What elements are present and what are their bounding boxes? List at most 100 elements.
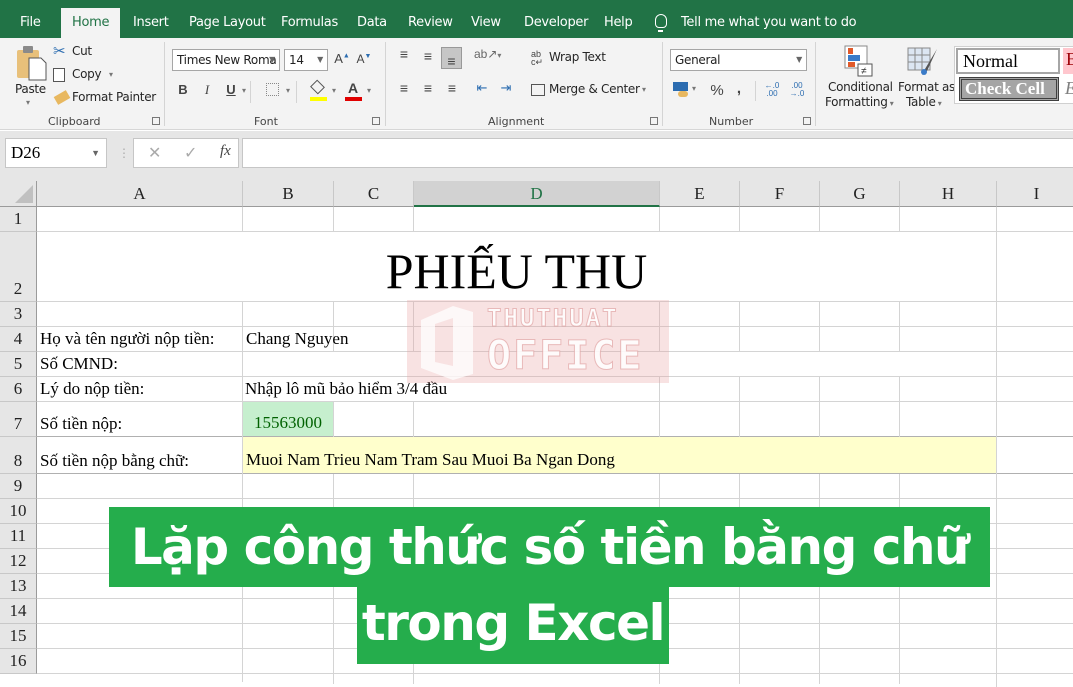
column-header-d[interactable]: D — [414, 181, 660, 207]
cell-a4[interactable]: Họ và tên người nộp tiền: — [40, 327, 214, 352]
alignment-dialog-launcher-icon[interactable] — [650, 117, 658, 125]
borders-icon[interactable] — [266, 83, 279, 96]
align-center-icon[interactable]: ≡ — [420, 80, 436, 96]
brush-icon — [53, 90, 71, 105]
row-header-8[interactable]: 8 — [0, 437, 37, 474]
tab-review[interactable]: Review — [408, 8, 453, 38]
column-header-b[interactable]: B — [243, 181, 334, 207]
cut-button[interactable]: ✂ Cut — [53, 43, 103, 62]
row-header-3[interactable]: 3 — [0, 302, 37, 327]
column-header-c[interactable]: C — [334, 181, 414, 207]
increase-font-size-button[interactable]: A▲ — [334, 51, 350, 66]
row-header-4[interactable]: 4 — [0, 327, 37, 352]
column-header-i[interactable]: I — [997, 181, 1073, 207]
number-dialog-launcher-icon[interactable] — [803, 117, 811, 125]
tab-data[interactable]: Data — [357, 8, 387, 38]
row-header-5[interactable]: 5 — [0, 352, 37, 377]
style-normal[interactable]: Normal — [956, 48, 1060, 74]
italic-button[interactable]: I — [200, 82, 214, 98]
cell-a6[interactable]: Lý do nộp tiền: — [40, 377, 144, 402]
insert-function-icon[interactable]: fx — [220, 143, 231, 160]
cell-b8-amount-in-words[interactable]: Muoi Nam Trieu Nam Tram Sau Muoi Ba Ngan… — [243, 437, 996, 473]
format-painter-button[interactable]: Format Painter — [53, 90, 158, 108]
font-color-button[interactable]: A — [345, 80, 362, 102]
number-format-select[interactable]: General ▼ — [670, 49, 807, 71]
column-header-a[interactable]: A — [37, 181, 243, 207]
gridline — [413, 402, 414, 437]
font-dialog-launcher-icon[interactable] — [372, 117, 380, 125]
tab-view[interactable]: View — [471, 8, 501, 38]
align-right-icon[interactable]: ≡ — [444, 80, 460, 96]
wrap-text-button[interactable]: ab c↵ Wrap Text — [531, 50, 611, 68]
receipt-title[interactable]: PHIẾU THU — [37, 241, 996, 301]
font-color-dropdown-icon[interactable]: ▾ — [367, 86, 371, 95]
name-box[interactable]: D26 ▼ — [5, 138, 107, 168]
align-left-icon[interactable]: ≡ — [396, 80, 412, 96]
column-header-e[interactable]: E — [660, 181, 740, 207]
row-header-14[interactable]: 14 — [0, 599, 37, 624]
conditional-formatting-button[interactable]: ≠ Conditional Formatting ▾ — [822, 43, 894, 115]
middle-align-icon[interactable]: ≡ — [420, 48, 436, 64]
tell-me-search[interactable]: Tell me what you want to do — [655, 8, 857, 38]
borders-dropdown-icon[interactable]: ▾ — [286, 86, 290, 95]
cell-b4[interactable]: Chang Nguyen — [246, 327, 348, 352]
style-explanatory[interactable]: E — [1065, 78, 1073, 99]
enter-icon[interactable]: ✓ — [184, 143, 197, 163]
gridline — [819, 207, 820, 232]
cell-a7[interactable]: Số tiền nộp: — [40, 402, 122, 437]
orientation-icon[interactable]: ab↗▾ — [474, 47, 501, 61]
decrease-indent-icon[interactable]: ⇤ — [474, 80, 490, 96]
row-header-6[interactable]: 6 — [0, 377, 37, 402]
select-all-button[interactable] — [0, 181, 37, 207]
cell-a8[interactable]: Số tiền nộp bằng chữ: — [40, 437, 189, 474]
copy-button[interactable]: Copy ▾ — [53, 67, 123, 85]
bottom-align-icon[interactable]: ≡ — [441, 47, 462, 69]
merge-center-button[interactable]: Merge & Center ▾ — [531, 82, 653, 100]
fill-color-dropdown-icon[interactable]: ▾ — [332, 86, 336, 95]
column-header-h[interactable]: H — [900, 181, 997, 207]
drag-handle-icon[interactable]: ⋮ — [118, 146, 130, 160]
row-header-16[interactable]: 16 — [0, 649, 37, 674]
tab-insert[interactable]: Insert — [133, 8, 169, 38]
format-as-table-button[interactable]: Format as Table ▾ — [895, 43, 955, 115]
font-size-select[interactable]: 14 ▼ — [284, 49, 328, 71]
underline-dropdown-icon[interactable]: ▾ — [242, 86, 246, 95]
bold-button[interactable]: B — [176, 82, 190, 97]
style-check-cell[interactable]: Check Cell — [959, 77, 1059, 101]
row-header-11[interactable]: 11 — [0, 524, 37, 549]
formula-input[interactable] — [242, 138, 1073, 168]
increase-decimal-button[interactable]: ←.0 .00 — [762, 82, 782, 98]
accounting-format-button[interactable]: ▾ — [673, 81, 699, 99]
row-header-9[interactable]: 9 — [0, 474, 37, 499]
cell-b7-amount[interactable]: 15563000 — [243, 402, 333, 436]
clipboard-dialog-launcher-icon[interactable] — [152, 117, 160, 125]
tab-file[interactable]: File — [20, 8, 41, 38]
tab-formulas[interactable]: Formulas — [281, 8, 338, 38]
row-header-2[interactable]: 2 — [0, 232, 37, 302]
tab-home[interactable]: Home — [61, 8, 121, 38]
tab-developer[interactable]: Developer — [524, 8, 588, 38]
tab-help[interactable]: Help — [604, 8, 633, 38]
row-header-10[interactable]: 10 — [0, 499, 37, 524]
column-header-f[interactable]: F — [740, 181, 820, 207]
percent-button[interactable]: % — [709, 82, 725, 99]
style-bad[interactable]: B — [1063, 48, 1073, 74]
decrease-font-size-button[interactable]: A▼ — [356, 52, 372, 66]
font-name-select[interactable]: Times New Roma ▼ — [172, 49, 280, 71]
column-header-g[interactable]: G — [820, 181, 900, 207]
row-header-1[interactable]: 1 — [0, 207, 37, 232]
row-header-7[interactable]: 7 — [0, 402, 37, 437]
row-header-13[interactable]: 13 — [0, 574, 37, 599]
paste-button[interactable]: Paste ▾ — [10, 42, 50, 110]
underline-button[interactable]: U — [224, 82, 238, 97]
tab-page-layout[interactable]: Page Layout — [189, 8, 266, 38]
increase-indent-icon[interactable]: ⇥ — [498, 80, 514, 96]
comma-button[interactable]: , — [734, 80, 744, 97]
cell-a5[interactable]: Số CMND: — [40, 352, 118, 377]
top-align-icon[interactable]: ≡ — [396, 46, 412, 62]
row-header-15[interactable]: 15 — [0, 624, 37, 649]
decrease-decimal-button[interactable]: .00 →.0 — [787, 82, 807, 98]
cancel-icon[interactable]: ✕ — [148, 143, 161, 163]
row-header-12[interactable]: 12 — [0, 549, 37, 574]
fill-color-button[interactable] — [310, 79, 327, 102]
